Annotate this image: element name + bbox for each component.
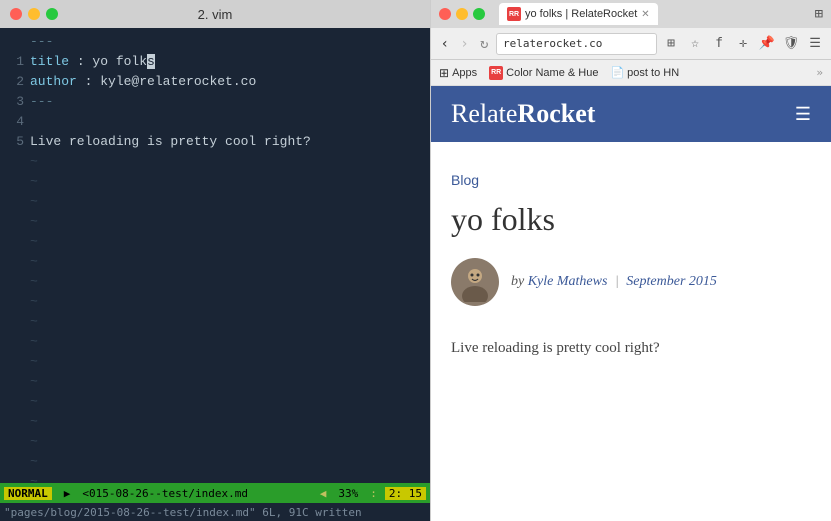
vim-line: 2 author : kyle@relaterocket.co [0, 72, 430, 92]
vim-filename: <015-08-26--test/index.md [82, 487, 311, 500]
vim-editor: 2. vim --- 1 title : yo folks 2 author :… [0, 0, 430, 521]
site-header: RelateRocket ☰ [431, 86, 831, 142]
maximize-button[interactable] [46, 8, 58, 20]
tab-favicon: RR [507, 7, 521, 21]
vim-mode-arrow: ▶ [60, 487, 75, 500]
author-name[interactable]: Kyle Mathews [528, 274, 608, 289]
vim-scroll-indicator: ◀ [320, 487, 327, 500]
vim-tilde-line: ~ [0, 432, 430, 452]
browser-window-controls: ⊞ [815, 6, 823, 22]
browser-tabs: RR yo folks | RelateRocket ✕ [499, 3, 809, 25]
vim-line: 4 [0, 112, 430, 132]
vim-tilde-line: ~ [0, 472, 430, 483]
vim-tilde-line: ~ [0, 272, 430, 292]
browser-titlebar: RR yo folks | RelateRocket ✕ ⊞ [431, 0, 831, 28]
bookmark-apps-label: Apps [452, 67, 477, 79]
vim-line: 3 --- [0, 92, 430, 112]
vim-editor-content[interactable]: --- 1 title : yo folks 2 author : kyle@r… [0, 28, 430, 483]
vim-tilde-line: ~ [0, 412, 430, 432]
shield-icon[interactable]: 🛡 [781, 34, 801, 54]
apps-grid-icon: ⊞ [439, 66, 449, 80]
bookmark-star-icon[interactable]: ☆ [685, 34, 705, 54]
vim-tilde-line: ~ [0, 312, 430, 332]
post-meta: by Kyle Mathews | September 2015 [451, 258, 811, 306]
bookmark-apps[interactable]: ⊞ Apps [439, 66, 477, 80]
vim-colon: : [370, 487, 377, 500]
close-button[interactable] [10, 8, 22, 20]
post-author-info: by Kyle Mathews | September 2015 [511, 274, 717, 290]
browser-address-bar: ‹ › ↻ ⊞ ☆ f ✛ 📌 🛡 ☰ [431, 28, 831, 60]
bookmark-color-hue-label: Color Name & Hue [506, 67, 598, 79]
bookmark-post-hn-label: post to HN [627, 67, 679, 79]
back-button[interactable]: ‹ [437, 33, 453, 55]
hamburger-menu-icon[interactable]: ☰ [795, 104, 811, 125]
bookmark-doc-icon: 📄 [610, 66, 624, 79]
bookmark-rr-favicon: RR [489, 66, 503, 80]
vim-path-bar: "pages/blog/2015-08-26--test/index.md" 6… [0, 503, 430, 521]
avatar-image [455, 262, 495, 302]
post-date: September 2015 [626, 274, 717, 289]
screenshot-icon[interactable]: ✛ [733, 34, 753, 54]
vim-line-col: 2: 15 [385, 487, 426, 500]
minimize-button[interactable] [28, 8, 40, 20]
vim-line: --- [0, 32, 430, 52]
site-logo: RelateRocket [451, 99, 595, 129]
vim-titlebar: 2. vim [0, 0, 430, 28]
browser-minimize-button[interactable] [456, 8, 468, 20]
vim-tilde-line: ~ [0, 172, 430, 192]
vim-status-bar: NORMAL ▶ <015-08-26--test/index.md ◀ 33%… [0, 483, 430, 503]
author-avatar [451, 258, 499, 306]
vim-tilde-line: ~ [0, 392, 430, 412]
browser-window: RR yo folks | RelateRocket ✕ ⊞ ‹ › ↻ ⊞ ☆… [430, 0, 831, 521]
vim-tilde-region: ~ ~ ~ ~ ~ ~ ~ ~ ~ ~ ~ ~ ~ ~ ~ ~ ~ ~ [0, 152, 430, 483]
vim-line: 1 title : yo folks [0, 52, 430, 72]
vim-tilde-line: ~ [0, 372, 430, 392]
reader-icon[interactable]: f [709, 34, 729, 54]
bookmark-post-hn[interactable]: 📄 post to HN [610, 66, 679, 79]
vim-scroll-percent: 33% [334, 487, 362, 500]
vim-tilde-line: ~ [0, 212, 430, 232]
breadcrumb-blog-link[interactable]: Blog [451, 172, 479, 188]
vim-tilde-line: ~ [0, 452, 430, 472]
vim-path-text: "pages/blog/2015-08-26--test/index.md" 6… [4, 506, 362, 519]
webpage-content: RelateRocket ☰ Blog yo folks [431, 86, 831, 521]
address-input[interactable] [496, 33, 657, 55]
vim-tilde-line: ~ [0, 332, 430, 352]
browser-toolbar-icons: ⊞ ☆ f ✛ 📌 🛡 ☰ [661, 34, 825, 54]
menu-icon[interactable]: ☰ [805, 34, 825, 54]
vim-tilde-line: ~ [0, 352, 430, 372]
vim-tilde-line: ~ [0, 152, 430, 172]
vim-title: 2. vim [198, 7, 233, 22]
vim-tilde-line: ~ [0, 192, 430, 212]
page-body: Blog yo folks by Kyle Ma [431, 142, 831, 390]
bookmarks-more-button[interactable]: » [816, 66, 823, 79]
refresh-button[interactable]: ↻ [476, 33, 492, 55]
vim-traffic-lights [10, 8, 58, 20]
vim-tilde-line: ~ [0, 232, 430, 252]
browser-maximize-button[interactable] [473, 8, 485, 20]
tab-label: yo folks | RelateRocket [525, 8, 637, 20]
post-excerpt: Live reloading is pretty cool right? [451, 336, 811, 360]
active-browser-tab[interactable]: RR yo folks | RelateRocket ✕ [499, 3, 658, 25]
bookmarks-bar: ⊞ Apps RR Color Name & Hue 📄 post to HN … [431, 60, 831, 86]
vim-tilde-line: ~ [0, 292, 430, 312]
extensions-icon[interactable]: ⊞ [661, 34, 681, 54]
browser-close-button[interactable] [439, 8, 451, 20]
post-title: yo folks [451, 201, 811, 238]
vim-tilde-line: ~ [0, 252, 430, 272]
pin-icon[interactable]: 📌 [757, 34, 777, 54]
vim-line: 5 Live reloading is pretty cool right? [0, 132, 430, 152]
browser-traffic-lights [439, 8, 485, 20]
tab-close-button[interactable]: ✕ [641, 9, 649, 20]
vim-mode-indicator: NORMAL [4, 487, 52, 500]
more-options-icon[interactable]: ⊞ [815, 6, 823, 22]
bookmark-color-hue[interactable]: RR Color Name & Hue [489, 66, 598, 80]
author-separator: | [615, 274, 619, 289]
forward-button[interactable]: › [457, 33, 473, 55]
